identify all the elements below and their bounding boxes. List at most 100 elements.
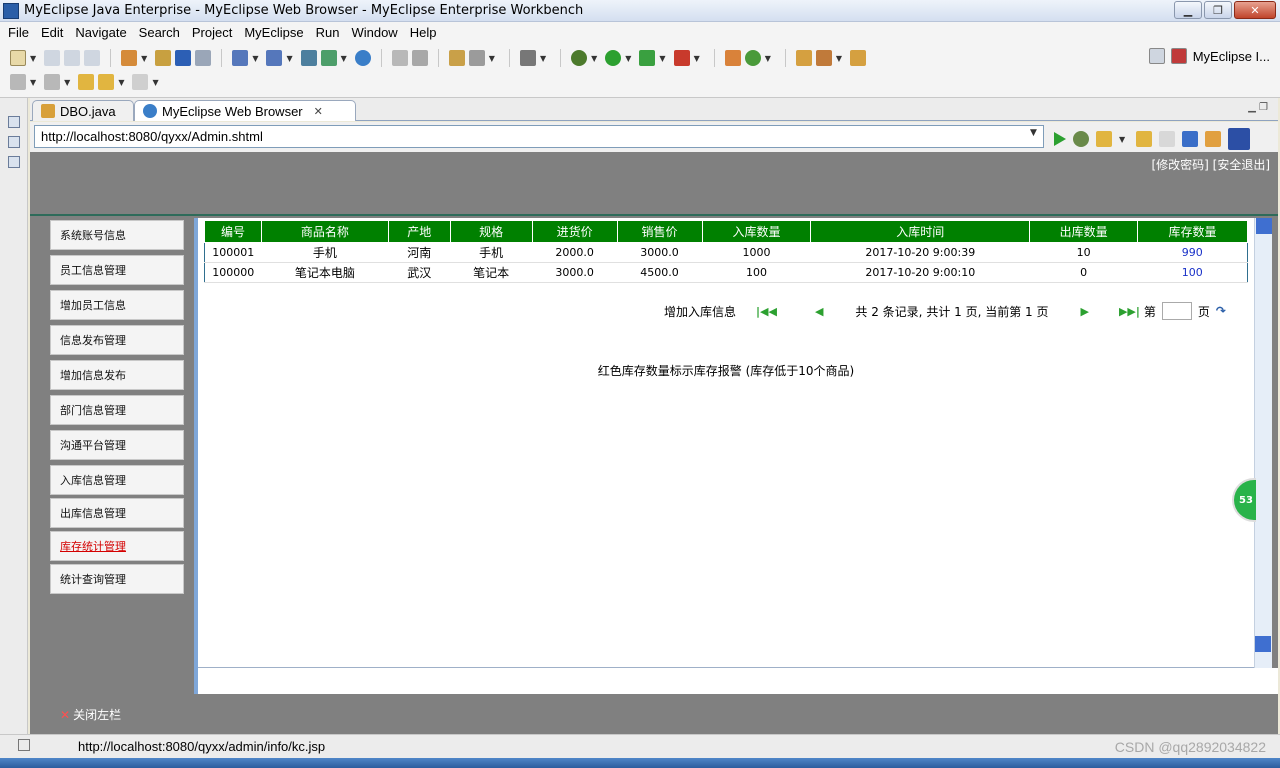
minimize-button[interactable]: ▁ <box>1174 1 1202 19</box>
refresh-icon[interactable] <box>744 50 761 66</box>
dropdown-arrow-icon[interactable]: ▼ <box>341 54 347 63</box>
debug-page-icon[interactable] <box>1073 131 1089 147</box>
dropdown-arrow-icon[interactable]: ▼ <box>64 78 70 87</box>
wizard-icon[interactable] <box>232 50 249 66</box>
dropdown-arrow-icon[interactable]: ▼ <box>152 78 158 87</box>
scroll-up-icon[interactable] <box>1255 218 1272 234</box>
chart-icon[interactable] <box>448 50 465 66</box>
sidebar-item-inventory-statistics[interactable]: 库存统计管理 <box>50 531 184 561</box>
run-icon[interactable] <box>605 50 622 66</box>
save-icon[interactable] <box>44 50 61 66</box>
dropdown-arrow-icon[interactable]: ▼ <box>30 78 36 87</box>
browser-back-icon[interactable] <box>1136 131 1153 147</box>
package-explorer-icon[interactable] <box>7 136 20 148</box>
menu-myeclipse[interactable]: MyEclipse <box>238 25 309 40</box>
dropdown-arrow-icon[interactable]: ▼ <box>118 78 124 87</box>
menu-project[interactable]: Project <box>186 25 238 40</box>
open-folder-icon[interactable] <box>795 50 812 66</box>
dropdown-arrow-icon[interactable]: ▼ <box>489 54 495 63</box>
perspective-switcher[interactable]: MyEclipse I... <box>1148 48 1270 64</box>
database-icon[interactable] <box>300 50 317 66</box>
sidebar-item-system-accounts[interactable]: 系统账号信息 <box>50 220 184 250</box>
run-config-icon[interactable] <box>639 50 656 66</box>
restore-view-icon[interactable] <box>7 116 20 128</box>
favorites-icon[interactable] <box>1096 131 1112 147</box>
maximize-button[interactable]: ❐ <box>1204 1 1232 19</box>
sidebar-item-stock-out-management[interactable]: 出库信息管理 <box>50 498 184 528</box>
url-history-dropdown-icon[interactable]: ▼ <box>1030 128 1037 138</box>
open-perspective-icon[interactable] <box>1148 48 1165 64</box>
stop-icon[interactable] <box>673 50 690 66</box>
open-file-icon[interactable] <box>850 50 867 66</box>
print-icon[interactable] <box>84 50 101 66</box>
hierarchy-icon[interactable] <box>7 156 20 168</box>
debug-icon[interactable] <box>571 50 588 66</box>
dropdown-arrow-icon[interactable]: ▼ <box>252 54 258 63</box>
scroll-down-icon[interactable] <box>1255 636 1271 652</box>
close-window-button[interactable]: ✕ <box>1234 1 1276 19</box>
forward-icon[interactable] <box>132 74 149 90</box>
menu-edit[interactable]: Edit <box>35 25 69 40</box>
dropdown-arrow-icon[interactable]: ▼ <box>540 54 546 63</box>
prev-annotation-icon[interactable] <box>44 74 61 90</box>
dropdown-arrow-icon[interactable]: ▼ <box>286 54 292 63</box>
globe-icon[interactable] <box>354 50 371 66</box>
dropdown-arrow-icon[interactable]: ▼ <box>625 54 631 63</box>
new-icon[interactable] <box>10 50 26 66</box>
previous-page-icon[interactable]: ◀ <box>815 305 823 318</box>
last-edit-icon[interactable] <box>78 74 95 90</box>
close-tab-icon[interactable]: ✕ <box>314 105 323 118</box>
image-icon[interactable] <box>468 50 485 66</box>
sidebar-item-add-employee[interactable]: 增加员工信息 <box>50 290 184 320</box>
tools-icon[interactable] <box>391 50 408 66</box>
close-sidebar-link[interactable]: ✕ 关闭左栏 <box>60 706 121 723</box>
dropdown-arrow-icon[interactable]: ▼ <box>765 54 771 63</box>
fast-view-icon[interactable] <box>18 739 30 751</box>
dropdown-arrow-icon[interactable]: ▼ <box>836 54 842 63</box>
external-tools-icon[interactable] <box>724 50 741 66</box>
camera-icon[interactable] <box>519 50 536 66</box>
dropdown-arrow-icon[interactable]: ▼ <box>30 54 36 63</box>
sidebar-item-add-info-publish[interactable]: 增加信息发布 <box>50 360 184 390</box>
back-icon[interactable] <box>98 74 115 90</box>
server-icon[interactable] <box>195 50 212 66</box>
next-page-icon[interactable]: ▶ <box>1080 305 1088 318</box>
dropdown-arrow-icon[interactable]: ▼ <box>141 54 147 63</box>
url-input[interactable]: http://localhost:8080/qyxx/Admin.shtml <box>34 125 1044 148</box>
header-links[interactable]: [修改密码] [安全退出] <box>1151 156 1270 173</box>
pencil-icon[interactable] <box>815 50 832 66</box>
sidebar-item-communication-platform[interactable]: 沟通平台管理 <box>50 430 184 460</box>
menu-window[interactable]: Window <box>345 25 403 40</box>
dropdown-arrow-icon[interactable]: ▼ <box>591 54 597 63</box>
stop-load-icon[interactable] <box>1182 131 1199 147</box>
dropdown-arrow-icon[interactable]: ▼ <box>659 54 665 63</box>
next-annotation-icon[interactable] <box>10 74 26 90</box>
tab-web-browser[interactable]: MyEclipse Web Browser ✕ <box>134 100 356 121</box>
last-page-icon[interactable]: ▶▶| <box>1119 305 1140 318</box>
go-page-icon[interactable]: ↷ <box>1216 304 1226 318</box>
save-all-icon[interactable] <box>64 50 81 66</box>
menu-run[interactable]: Run <box>310 25 346 40</box>
first-page-icon[interactable]: |◀◀ <box>756 305 777 318</box>
sidebar-item-employee-management[interactable]: 员工信息管理 <box>50 255 184 285</box>
dropdown-arrow-icon[interactable]: ▼ <box>694 54 700 63</box>
vertical-scrollbar[interactable] <box>1254 218 1272 668</box>
view-controls[interactable]: ▁ ❐ <box>1248 102 1268 113</box>
menu-navigate[interactable]: Navigate <box>69 25 132 40</box>
sidebar-item-department-management[interactable]: 部门信息管理 <box>50 395 184 425</box>
add-stock-in-link[interactable]: 增加入库信息 <box>664 303 736 320</box>
tab-dbo-java[interactable]: DBO.java <box>32 100 134 121</box>
dropdown-arrow-icon[interactable]: ▼ <box>1119 135 1125 144</box>
wizard-2-icon[interactable] <box>266 50 283 66</box>
browser-refresh-icon[interactable] <box>1205 131 1222 147</box>
menu-file[interactable]: File <box>2 25 35 40</box>
package-icon[interactable] <box>155 50 172 66</box>
go-icon[interactable] <box>1054 132 1066 146</box>
tools-2-icon[interactable] <box>411 50 428 66</box>
menu-search[interactable]: Search <box>133 25 186 40</box>
sidebar-item-stock-in-management[interactable]: 入库信息管理 <box>50 465 184 495</box>
page-number-input[interactable] <box>1161 302 1192 320</box>
new-project-icon[interactable] <box>121 50 138 66</box>
export-icon[interactable] <box>320 50 337 66</box>
deploy-icon[interactable] <box>175 50 192 66</box>
